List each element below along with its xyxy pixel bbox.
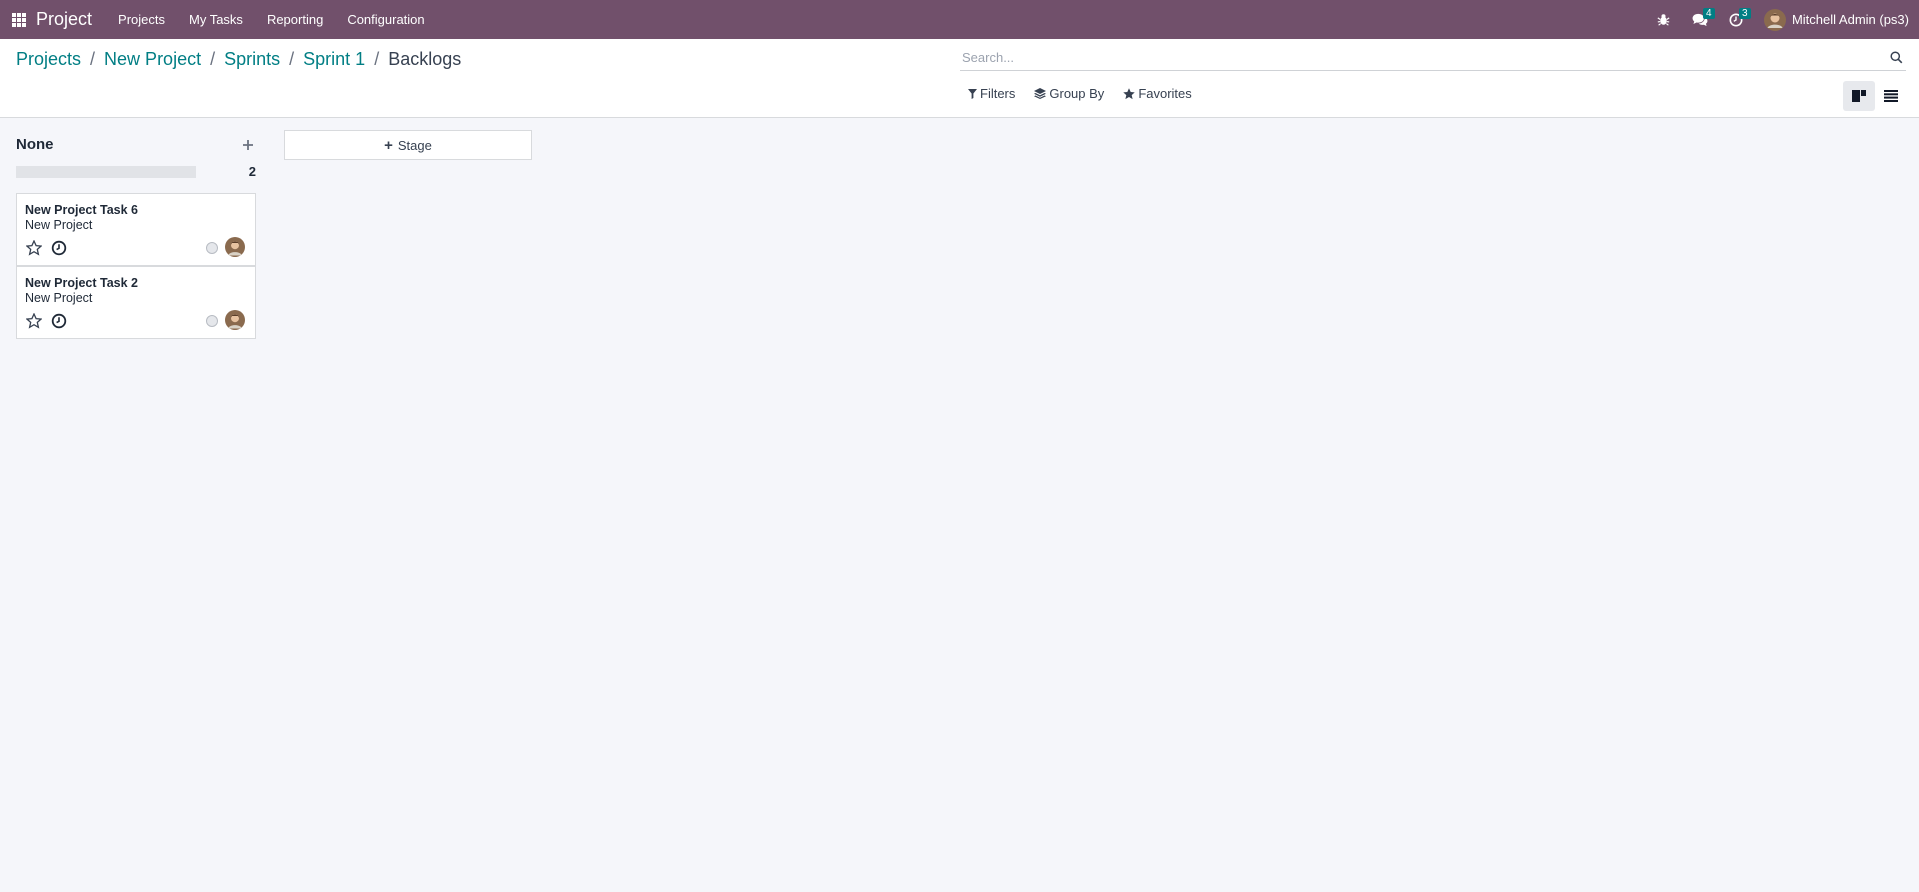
view-switcher <box>1843 81 1907 111</box>
add-stage-label: Stage <box>397 137 432 153</box>
card-title: New Project Task 2 <box>25 276 139 290</box>
top-navbar: Project Projects My Tasks Reporting Conf… <box>0 0 1919 39</box>
activity-clock-icon[interactable]: 3 <box>1722 0 1751 39</box>
kanban-card[interactable]: New Project Task 2 New Project <box>16 266 256 339</box>
kanban-card[interactable]: New Project Task 6 New Project <box>16 193 256 266</box>
filters-label: Filters <box>980 86 1016 101</box>
card-project: New Project <box>25 291 93 305</box>
add-stage-button[interactable]: + Stage <box>284 130 532 160</box>
user-menu[interactable]: Mitchell Admin (ps3) <box>1763 8 1909 31</box>
apps-grid-icon[interactable] <box>12 12 26 27</box>
breadcrumb-current: Backlogs <box>388 49 462 69</box>
plus-icon: + <box>384 136 393 154</box>
search-options: Filters Group By Favorites <box>968 86 1211 101</box>
breadcrumb: Projects / New Project / Sprints / Sprin… <box>16 49 461 70</box>
star-icon[interactable] <box>26 240 42 256</box>
column-title: None <box>16 136 54 153</box>
breadcrumb-new-project[interactable]: New Project <box>104 49 201 70</box>
systray: 4 3 Mitchell Admin (ps3) <box>1642 0 1919 39</box>
menu-configuration[interactable]: Configuration <box>335 0 436 39</box>
assignee-avatar[interactable] <box>225 310 245 330</box>
search-input[interactable] <box>960 50 1886 65</box>
column-progress-bar[interactable] <box>16 165 196 178</box>
messages-icon[interactable]: 4 <box>1686 0 1715 39</box>
kanban-view-icon[interactable] <box>1843 81 1875 111</box>
group-by-button[interactable]: Group By <box>1034 86 1104 101</box>
column-progress: 2 <box>16 164 256 179</box>
column-quick-add-icon[interactable] <box>240 137 256 153</box>
assignee-avatar[interactable] <box>225 237 245 257</box>
activity-clock-icon[interactable] <box>51 240 67 256</box>
card-title: New Project Task 6 <box>25 203 139 217</box>
column-count: 2 <box>248 164 256 179</box>
search-icon[interactable] <box>1886 48 1906 68</box>
star-icon[interactable] <box>26 313 42 329</box>
star-icon <box>1123 87 1136 99</box>
user-avatar <box>1763 8 1786 31</box>
favorites-label: Favorites <box>1138 86 1192 101</box>
menu-projects[interactable]: Projects <box>106 0 177 39</box>
layers-icon <box>1034 88 1047 99</box>
user-name: Mitchell Admin (ps3) <box>1791 12 1909 27</box>
menu-reporting[interactable]: Reporting <box>255 0 335 39</box>
breadcrumb-sprints[interactable]: Sprints <box>224 49 280 70</box>
breadcrumb-separator: / <box>90 49 96 69</box>
messages-badge: 4 <box>1702 8 1715 19</box>
kanban-state-indicator[interactable] <box>206 242 218 254</box>
funnel-icon <box>968 88 977 99</box>
kanban-state-indicator[interactable] <box>206 315 218 327</box>
breadcrumb-sprint-1[interactable]: Sprint 1 <box>303 49 365 70</box>
search-bar <box>960 45 1906 71</box>
breadcrumb-separator: / <box>289 49 295 69</box>
activity-clock-icon[interactable] <box>51 313 67 329</box>
breadcrumb-separator: / <box>374 49 380 69</box>
breadcrumb-separator: / <box>210 49 216 69</box>
bug-icon[interactable] <box>1650 0 1678 39</box>
menu-my-tasks[interactable]: My Tasks <box>177 0 255 39</box>
app-brand[interactable]: Project <box>36 9 92 30</box>
group-by-label: Group By <box>1049 86 1105 101</box>
list-view-icon[interactable] <box>1875 81 1907 111</box>
favorites-button[interactable]: Favorites <box>1123 86 1192 101</box>
card-project: New Project <box>25 218 93 232</box>
activities-badge: 3 <box>1738 8 1751 19</box>
filters-button[interactable]: Filters <box>968 86 1015 101</box>
control-panel: Projects / New Project / Sprints / Sprin… <box>0 39 1919 118</box>
breadcrumb-projects[interactable]: Projects <box>16 49 81 70</box>
kanban-column-header: None <box>16 136 256 153</box>
